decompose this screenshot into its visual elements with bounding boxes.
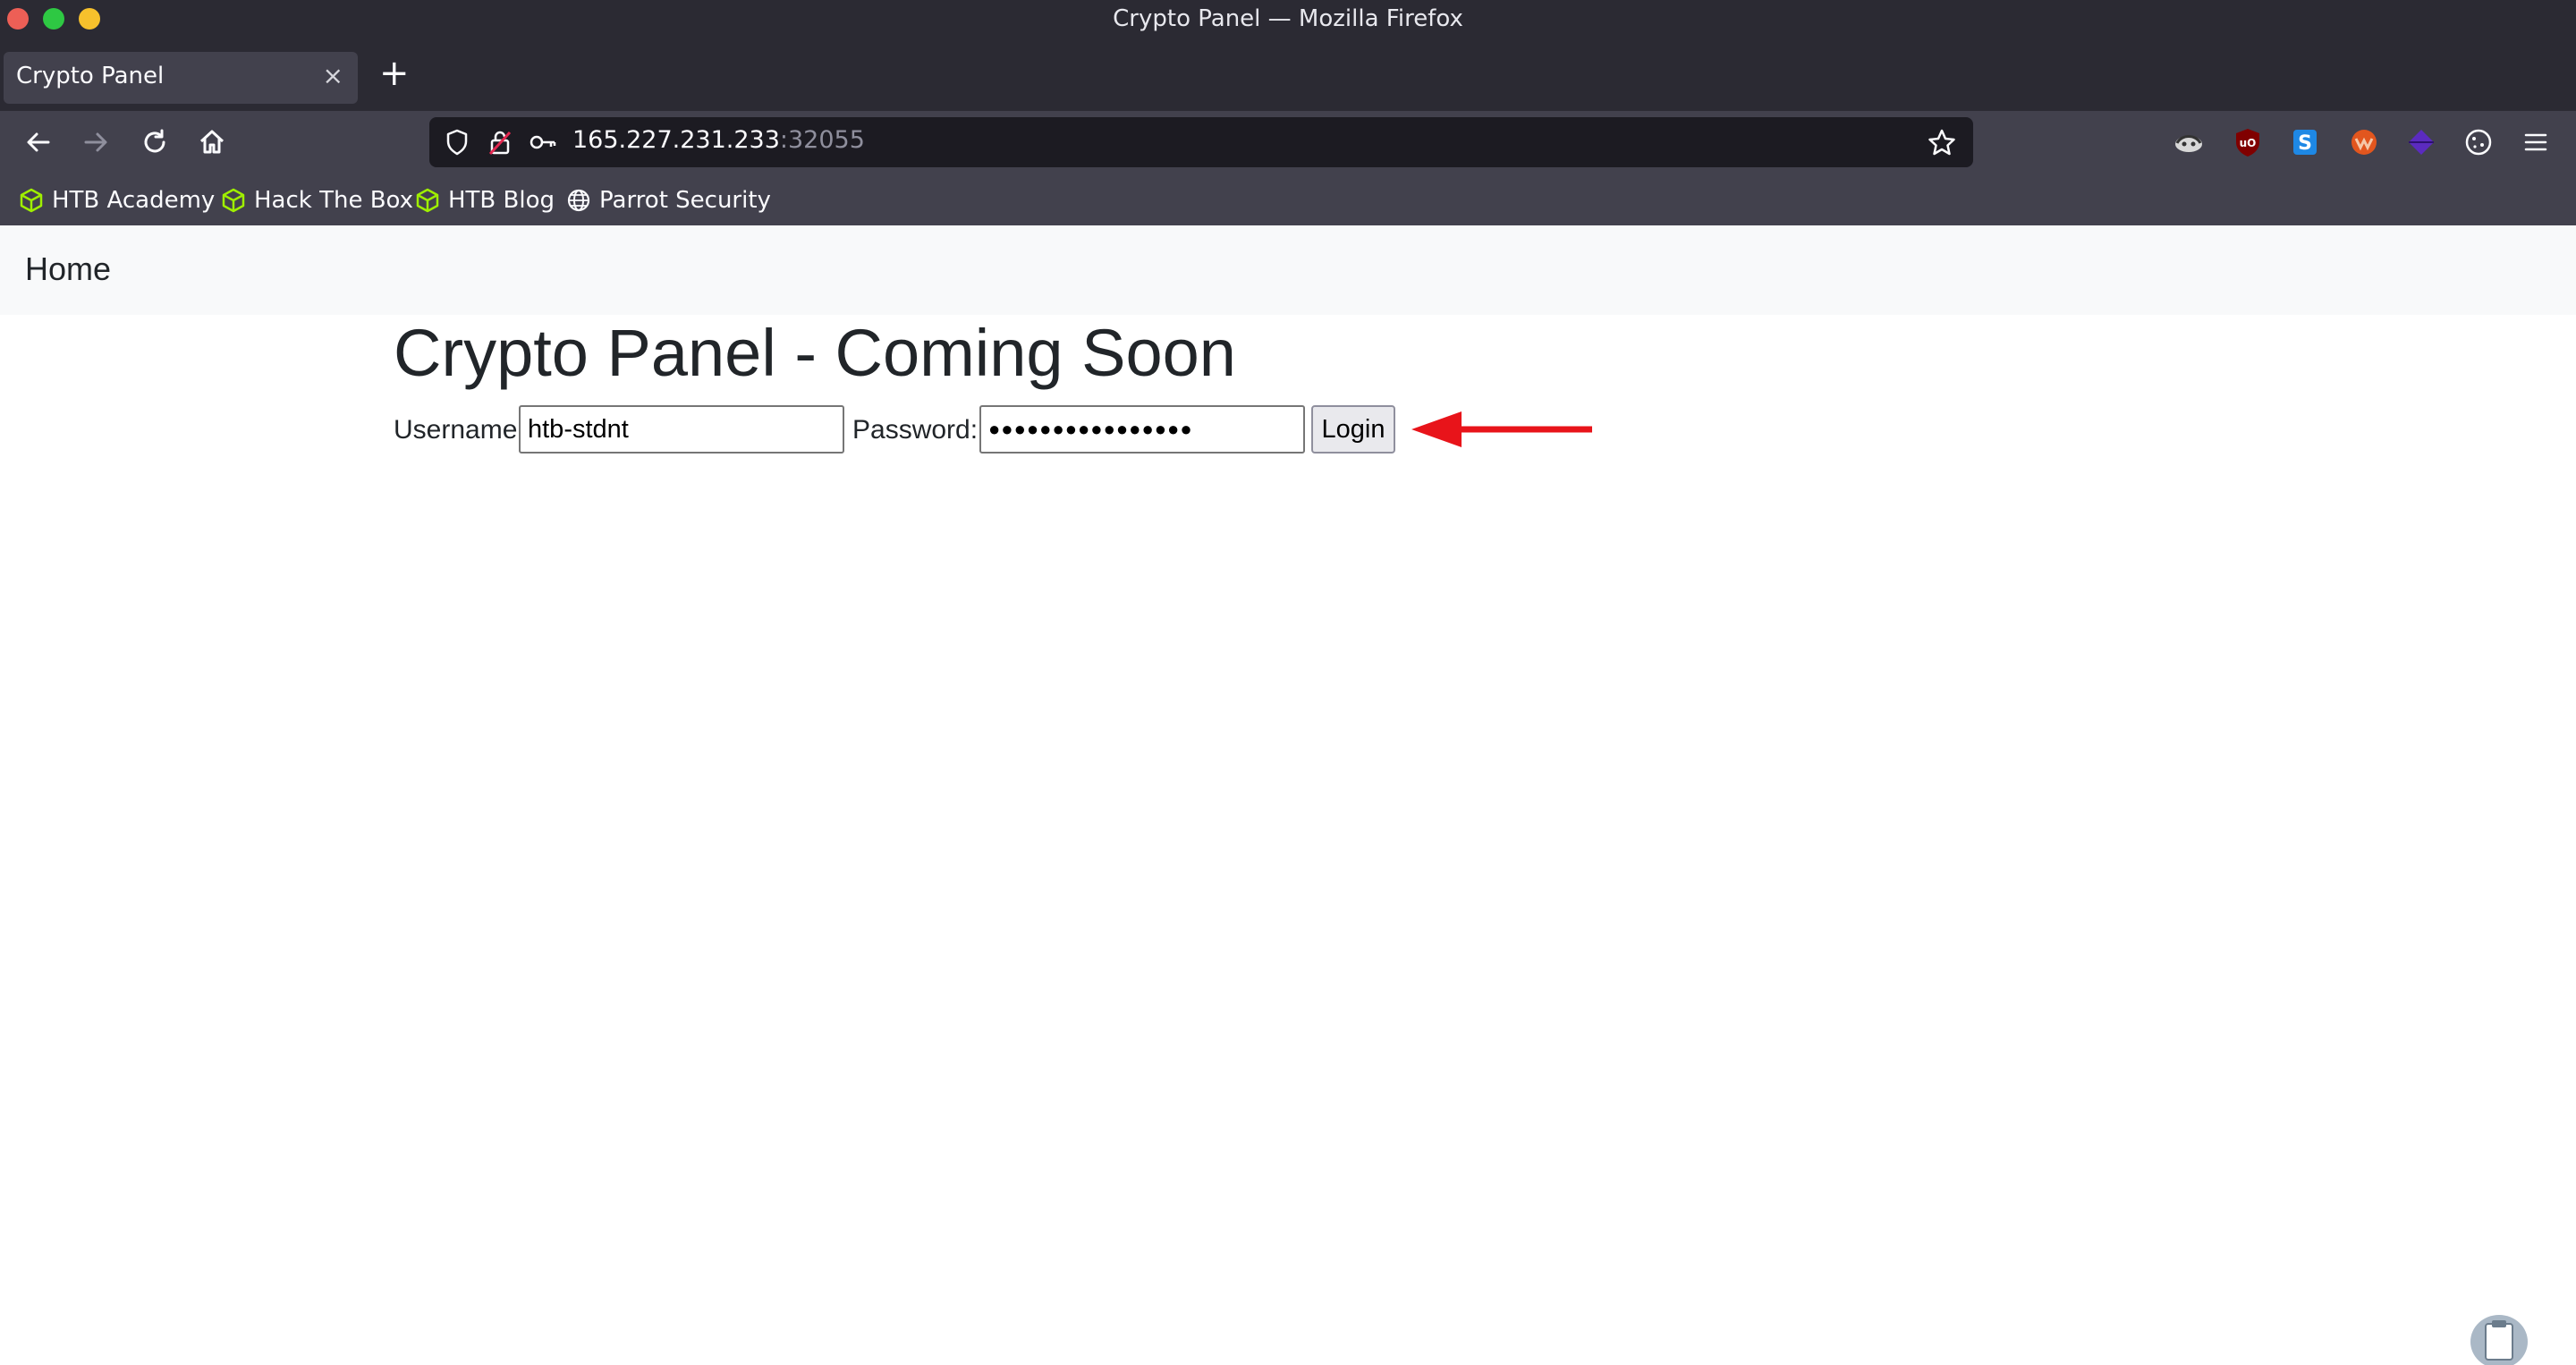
home-button[interactable] [193, 123, 231, 161]
bookmark-htb-academy[interactable]: HTB Academy [18, 184, 215, 216]
password-label: Password: [852, 415, 979, 445]
tab-crypto-panel[interactable]: Crypto Panel × [4, 52, 358, 104]
username-field[interactable]: htb-stdnt [519, 405, 844, 454]
htb-cube-icon [416, 188, 439, 213]
annotation-arrow [1410, 407, 1594, 452]
bookmarks-toolbar: HTB Academy Hack The Box HTB Blog Parrot… [0, 174, 2576, 225]
menu-icon[interactable] [2519, 125, 2553, 159]
foxyproxy-icon[interactable] [2172, 125, 2206, 159]
home-icon [199, 130, 225, 154]
window-titlebar: Crypto Panel — Mozilla Firefox [0, 0, 2576, 39]
home-link[interactable]: Home [25, 250, 111, 288]
bookmark-hack-the-box[interactable]: Hack The Box [220, 184, 413, 216]
wappalyzer-icon[interactable] [2347, 125, 2381, 159]
bookmark-label: Hack The Box [254, 187, 414, 214]
back-button[interactable] [20, 123, 57, 161]
back-arrow-icon [27, 132, 50, 152]
s-extension-icon[interactable]: S [2288, 125, 2322, 159]
tab-close-icon[interactable]: × [323, 61, 343, 90]
cookie-editor-icon[interactable] [2462, 125, 2496, 159]
username-label: Username [394, 415, 518, 445]
htb-cube-icon [222, 188, 245, 213]
insecure-lock-icon[interactable] [485, 127, 515, 157]
ublock-origin-icon[interactable]: uO [2231, 125, 2265, 159]
bookmark-label: Parrot Security [599, 187, 771, 214]
navigation-toolbar: 165.227.231.233:32055 uO S [0, 111, 2576, 174]
forward-arrow-icon [84, 132, 107, 152]
globe-icon [567, 189, 590, 212]
htb-cube-icon [20, 188, 43, 213]
svg-text:uO: uO [2240, 137, 2257, 149]
url-port: :32055 [779, 126, 865, 154]
site-navbar: Home [0, 225, 2576, 315]
url-bar[interactable]: 165.227.231.233:32055 [429, 117, 1973, 167]
red-arrow-icon [1411, 411, 1592, 447]
reload-button[interactable] [136, 123, 174, 161]
tracking-protection-shield-icon[interactable] [442, 127, 472, 157]
bookmark-star-icon[interactable] [1927, 127, 1957, 157]
bookmark-label: HTB Blog [448, 187, 555, 214]
clipboard-icon[interactable] [2469, 1311, 2529, 1365]
reload-icon [144, 129, 165, 153]
page-title: Crypto Panel - Coming Soon [394, 316, 1236, 390]
purple-extension-icon[interactable] [2404, 125, 2438, 159]
new-tab-button[interactable]: + [379, 55, 410, 91]
bookmark-htb-blog[interactable]: HTB Blog [414, 184, 555, 216]
url-host: 165.227.231.233 [572, 126, 780, 154]
tab-title: Crypto Panel [16, 63, 165, 89]
bookmark-parrot-security[interactable]: Parrot Security [565, 184, 771, 216]
svg-text:S: S [2298, 132, 2312, 155]
tab-strip: Crypto Panel × + [0, 39, 2576, 111]
url-text[interactable]: 165.227.231.233:32055 [572, 126, 865, 154]
bookmark-label: HTB Academy [52, 187, 216, 214]
login-button[interactable]: Login [1311, 405, 1395, 454]
password-field[interactable]: ●●●●●●●●●●●●●●●● [979, 405, 1305, 454]
forward-button[interactable] [77, 123, 114, 161]
key-icon[interactable] [528, 127, 558, 157]
window-title: Crypto Panel — Mozilla Firefox [1113, 5, 1463, 32]
